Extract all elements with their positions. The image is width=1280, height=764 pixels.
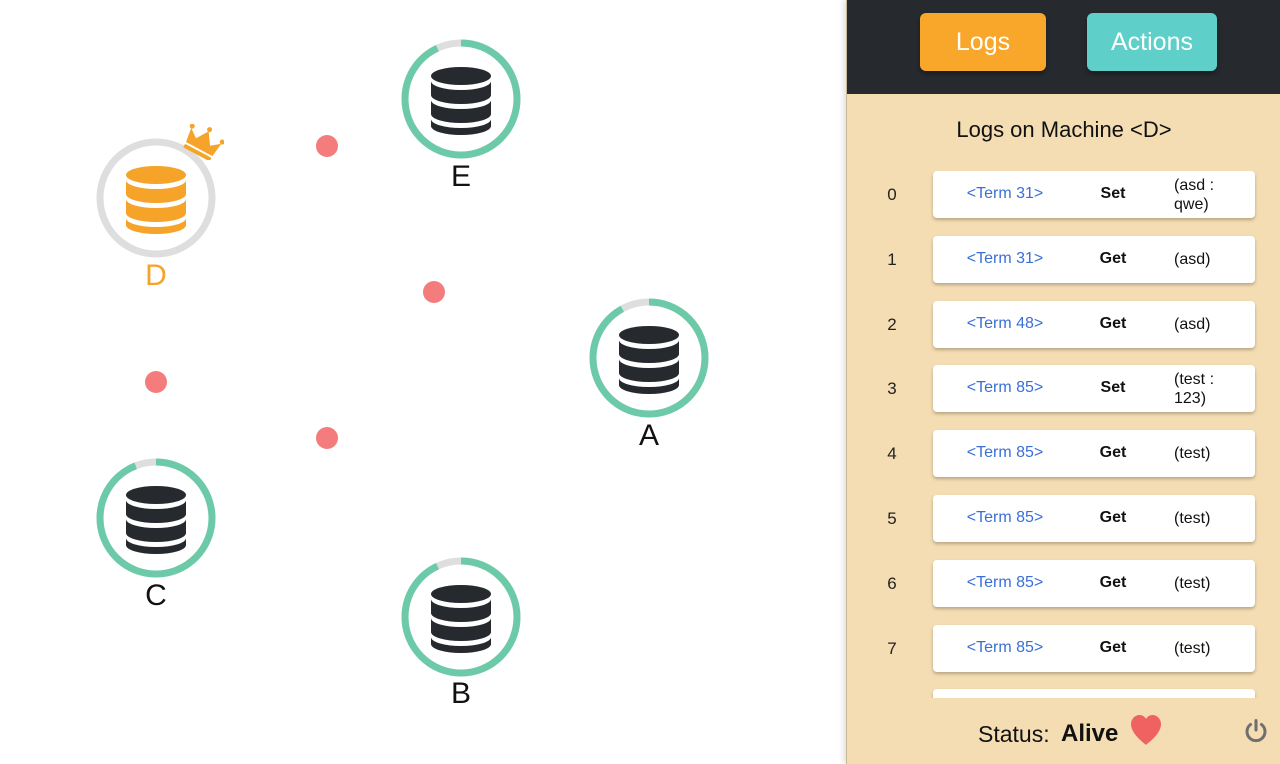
log-index: 3 [887, 379, 897, 398]
log-term: <Term 85> [966, 379, 1044, 396]
log-index: 6 [887, 574, 897, 593]
power-icon[interactable] [1243, 718, 1269, 744]
log-entry-row[interactable]: 2 <Term 48> Get (asd) [847, 301, 1280, 349]
log-arguments-line: (asd : [1174, 177, 1215, 194]
log-term: <Term 48> [966, 315, 1044, 332]
log-entry-card-partial [933, 689, 1255, 698]
database-icon [619, 326, 679, 394]
log-entry-card[interactable]: <Term 48> Get (asd) [933, 301, 1255, 348]
log-term: <Term 85> [966, 574, 1044, 591]
log-arguments-line: (test) [1174, 510, 1211, 527]
log-operation: Set [1100, 185, 1126, 202]
actions-tab-button[interactable]: Actions [1087, 13, 1217, 71]
log-arguments-line: qwe) [1174, 196, 1209, 213]
node-label-c: C [145, 579, 167, 612]
log-term: <Term 85> [966, 444, 1044, 461]
log-operation: Get [1099, 444, 1127, 461]
log-arguments-line: (test) [1174, 445, 1211, 462]
log-arguments-line: (asd) [1174, 251, 1211, 268]
log-arguments-line: (test) [1174, 640, 1211, 657]
log-entry-row[interactable]: 6 <Term 85> Get (test) [847, 560, 1280, 608]
node-label-a: A [638, 419, 659, 452]
database-icon [431, 67, 491, 135]
log-arguments: (asd) [1174, 315, 1250, 334]
message-dot [316, 135, 338, 157]
log-entry-card[interactable]: <Term 85> Get (test) [933, 560, 1255, 607]
server-node-a[interactable] [587, 296, 711, 420]
log-entry-card[interactable]: <Term 85> Get (test) [933, 495, 1255, 542]
log-operation: Get [1099, 315, 1127, 332]
log-entry-row[interactable]: 0 <Term 31> Set (asd : qwe) [847, 171, 1280, 219]
log-arguments: (test) [1174, 574, 1250, 593]
logs-tab-button[interactable]: Logs [920, 13, 1046, 71]
log-operation: Get [1099, 250, 1127, 267]
log-index: 2 [887, 315, 897, 334]
heart-icon [1131, 715, 1161, 745]
log-entry-card[interactable]: <Term 85> Get (test) [933, 430, 1255, 477]
log-entry-card[interactable]: <Term 31> Get (asd) [933, 236, 1255, 283]
crown-icon [183, 124, 224, 160]
log-term: <Term 85> [966, 509, 1044, 526]
node-label-e: E [450, 160, 471, 193]
logs-title: Logs on Machine <D> [956, 117, 1172, 142]
log-entry-row[interactable]: 3 <Term 85> Set (test : 123) [847, 365, 1280, 413]
log-arguments: (test) [1174, 639, 1250, 658]
log-list[interactable]: 0 <Term 31> Set (asd : qwe) 1 <Term 31> Get (asd… [847, 171, 1280, 698]
status-bar: Status: Alive [847, 698, 1280, 764]
message-dot [316, 427, 338, 449]
log-operation: Get [1099, 509, 1127, 526]
log-entry-card[interactable]: <Term 85> Set (test : 123) [933, 365, 1255, 412]
database-icon [126, 486, 186, 554]
database-icon [431, 585, 491, 653]
status-label: Status: [978, 721, 1050, 747]
log-operation: Set [1100, 379, 1126, 396]
log-arguments: (test) [1174, 509, 1250, 528]
log-index: 0 [887, 185, 897, 204]
log-arguments: (asd) [1174, 250, 1250, 269]
log-index: 7 [887, 639, 897, 658]
log-entry-row[interactable]: 4 <Term 85> Get (test) [847, 430, 1280, 478]
log-arguments: (test) [1174, 444, 1250, 463]
log-arguments-line: (test : [1174, 371, 1215, 388]
log-term: <Term 31> [966, 250, 1044, 267]
server-node-c[interactable] [94, 456, 218, 580]
status-value: Alive [1061, 720, 1119, 747]
log-entry-card[interactable]: <Term 85> Get (test) [933, 625, 1255, 672]
panel-header: Logs Actions [847, 0, 1280, 94]
cluster-canvas: E D A C B [0, 0, 846, 764]
log-index: 1 [887, 250, 897, 269]
message-dot [423, 281, 445, 303]
node-label-d: D [145, 259, 167, 292]
log-arguments-line: (test) [1174, 575, 1211, 592]
log-operation: Get [1099, 639, 1127, 656]
log-term: <Term 85> [966, 639, 1044, 656]
database-icon [126, 166, 186, 234]
side-panel: Logs Actions Logs on Machine <D> 0 <Term … [846, 0, 1280, 764]
log-entry-row[interactable]: 5 <Term 85> Get (test) [847, 495, 1280, 543]
log-entry-row[interactable]: 1 <Term 31> Get (asd) [847, 236, 1280, 284]
log-arguments: (test : 123) [1174, 370, 1250, 408]
server-node-b[interactable] [399, 555, 523, 679]
log-arguments: (asd : qwe) [1174, 176, 1250, 214]
log-arguments-line: (asd) [1174, 316, 1211, 333]
node-label-b: B [450, 677, 471, 710]
log-index: 4 [887, 444, 897, 463]
log-entry-card[interactable]: <Term 31> Set (asd : qwe) [933, 171, 1255, 218]
log-arguments-line: 123) [1174, 390, 1207, 407]
log-entry-row[interactable]: 7 <Term 85> Get (test) [847, 625, 1280, 673]
log-term: <Term 31> [966, 185, 1044, 202]
server-node-e[interactable] [399, 37, 523, 161]
log-operation: Get [1099, 574, 1127, 591]
message-dot [145, 371, 167, 393]
log-index: 5 [887, 509, 897, 528]
